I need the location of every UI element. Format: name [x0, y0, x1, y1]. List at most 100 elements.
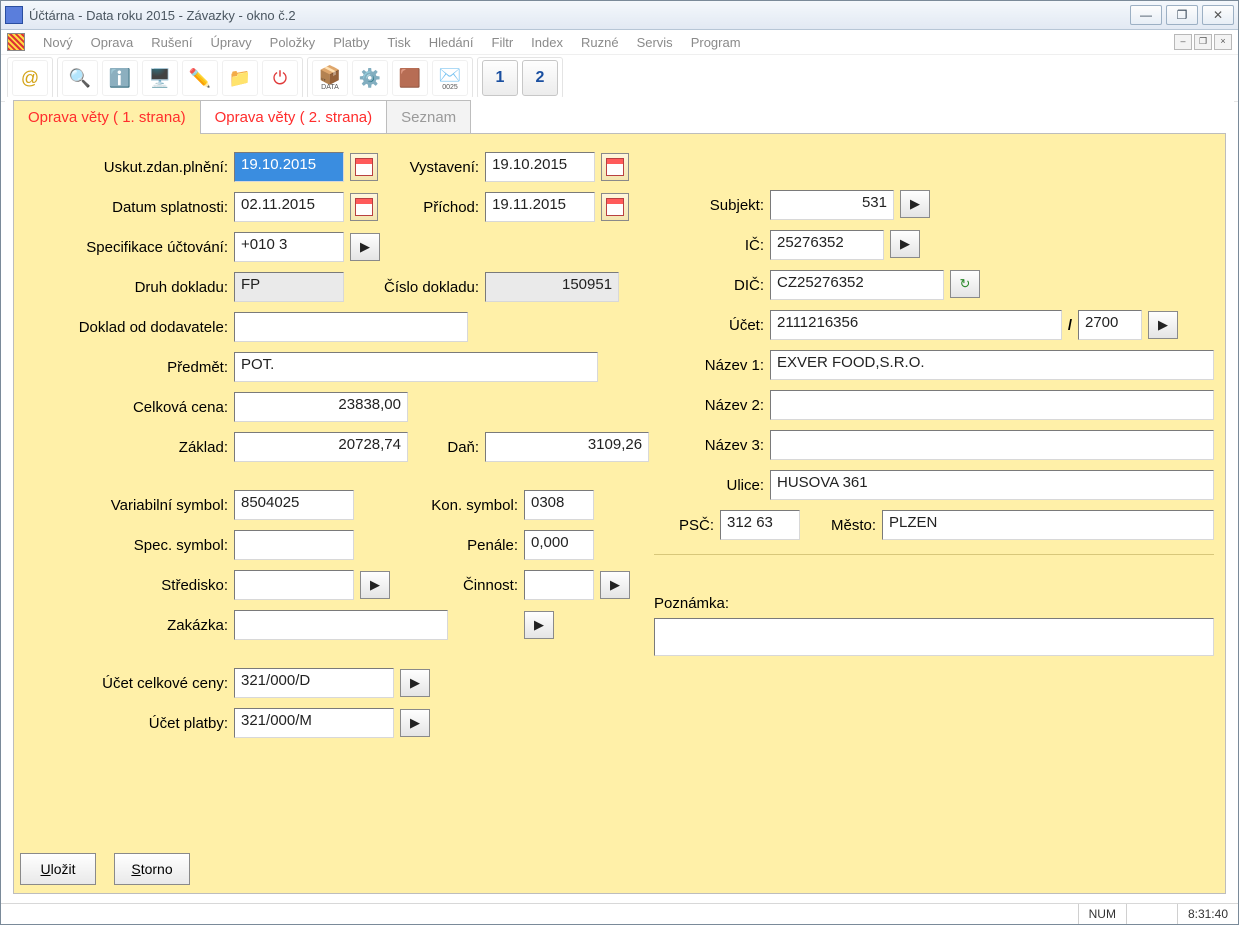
lookup-cinnost-button[interactable]: ▶ [600, 571, 630, 599]
field-ucet-celkove-ceny[interactable]: 321/000/D [234, 668, 394, 698]
divider [654, 554, 1214, 555]
lookup-spec-uctovani-button[interactable]: ▶ [350, 233, 380, 261]
label-psc: PSČ: [654, 517, 714, 534]
field-zakazka[interactable] [234, 610, 448, 640]
menu-ruzne[interactable]: Ruzné [573, 33, 627, 52]
tab-seznam[interactable]: Seznam [386, 100, 471, 134]
lookup-ucet-plat-button[interactable]: ▶ [400, 709, 430, 737]
toolbar-network-button[interactable]: 🖥️ [142, 60, 178, 96]
save-button[interactable]: Uložit [20, 853, 96, 885]
field-penale[interactable]: 0,000 [524, 530, 594, 560]
mail-icon: ✉️ [439, 66, 461, 84]
window-minimize-button[interactable]: — [1130, 5, 1162, 25]
left-column: Uskut.zdan.plnění: 19.10.2015 Vystavení:… [28, 152, 628, 738]
field-zaklad[interactable]: 20728,74 [234, 432, 408, 462]
field-konstantni-symbol[interactable]: 0308 [524, 490, 594, 520]
menu-hledani[interactable]: Hledání [421, 33, 482, 52]
field-prichod[interactable]: 19.11.2015 [485, 192, 595, 222]
mdi-restore-button[interactable]: ❐ [1194, 34, 1212, 50]
toolbar-info-button[interactable]: ℹ️ [102, 60, 138, 96]
toolbar-logo-button[interactable]: @ [12, 60, 48, 96]
datepicker-splatnost-button[interactable] [350, 193, 378, 221]
window-maximize-button[interactable]: ❐ [1166, 5, 1198, 25]
field-variabilni-symbol[interactable]: 8504025 [234, 490, 354, 520]
menu-servis[interactable]: Servis [629, 33, 681, 52]
lookup-stredisko-button[interactable]: ▶ [360, 571, 390, 599]
toolbar-globe-button[interactable]: 🟫 [392, 60, 428, 96]
field-nazev-3[interactable] [770, 430, 1214, 460]
menu-program[interactable]: Program [683, 33, 749, 52]
lookup-ic-button[interactable]: ▶ [890, 230, 920, 258]
label-ucet-slash: / [1068, 317, 1072, 334]
mdi-close-button[interactable]: × [1214, 34, 1232, 50]
globe-icon: 🟫 [399, 69, 421, 87]
tab-page-1[interactable]: Oprava věty ( 1. strana) [13, 100, 201, 134]
field-poznamka[interactable] [654, 618, 1214, 656]
lookup-ucet-celk-button[interactable]: ▶ [400, 669, 430, 697]
label-predmet: Předmět: [28, 359, 228, 376]
menu-polozky[interactable]: Položky [262, 33, 324, 52]
toolbar-mail-label: 0025 [442, 84, 458, 91]
field-ucet[interactable]: 2111216356 [770, 310, 1062, 340]
field-psc[interactable]: 312 63 [720, 510, 800, 540]
label-doklad-dod: Doklad od dodavatele: [28, 319, 228, 336]
field-cislo-dokladu: 150951 [485, 272, 619, 302]
mdi-minimize-button[interactable]: – [1174, 34, 1192, 50]
menu-upravy[interactable]: Úpravy [202, 33, 259, 52]
label-cinnost: Činnost: [394, 577, 518, 594]
field-vystaveni[interactable]: 19.10.2015 [485, 152, 595, 182]
field-stredisko[interactable] [234, 570, 354, 600]
toolbar-data-button[interactable]: 📦DATA [312, 60, 348, 96]
toolbar-power-button[interactable]: ⏻ [262, 60, 298, 96]
toolbar-edit-button[interactable]: ✏️ [182, 60, 218, 96]
field-subjekt[interactable]: 531 [770, 190, 894, 220]
field-nazev-2[interactable] [770, 390, 1214, 420]
tab-page-2[interactable]: Oprava věty ( 2. strana) [200, 100, 388, 134]
toolbar-mail-button[interactable]: ✉️0025 [432, 60, 468, 96]
toolbar-window-2-button[interactable]: 2 [522, 60, 558, 96]
field-ulice[interactable]: HUSOVA 361 [770, 470, 1214, 500]
toolbar-window-1-button[interactable]: 1 [482, 60, 518, 96]
menu-ruseni[interactable]: Rušení [143, 33, 200, 52]
datepicker-vystaveni-button[interactable] [601, 153, 629, 181]
field-dic[interactable]: CZ25276352 [770, 270, 944, 300]
field-doklad-od-dodavatele[interactable] [234, 312, 468, 342]
calendar-icon [355, 158, 373, 176]
lookup-subjekt-button[interactable]: ▶ [900, 190, 930, 218]
field-nazev-1[interactable]: EXVER FOOD,S.R.O. [770, 350, 1214, 380]
menu-tisk[interactable]: Tisk [379, 33, 418, 52]
field-cinnost[interactable] [524, 570, 594, 600]
toolbar-folder-button[interactable]: 📁 [222, 60, 258, 96]
label-nazev3: Název 3: [654, 437, 764, 454]
field-predmet[interactable]: POT. [234, 352, 598, 382]
menu-filtr[interactable]: Filtr [484, 33, 522, 52]
field-splatnost[interactable]: 02.11.2015 [234, 192, 344, 222]
titlebar: Účtárna - Data roku 2015 - Závazky - okn… [1, 1, 1238, 30]
cancel-button[interactable]: Storno [114, 853, 190, 885]
menu-index[interactable]: Index [523, 33, 571, 52]
datepicker-uskut-button[interactable] [350, 153, 378, 181]
field-dan[interactable]: 3109,26 [485, 432, 649, 462]
menu-novy[interactable]: Nový [35, 33, 81, 52]
toolbar-search-button[interactable]: 🔍 [62, 60, 98, 96]
field-mesto[interactable]: PLZEN [882, 510, 1214, 540]
field-banka-kod[interactable]: 2700 [1078, 310, 1142, 340]
field-ucet-platby[interactable]: 321/000/M [234, 708, 394, 738]
menu-oprava[interactable]: Oprava [83, 33, 142, 52]
window-close-button[interactable]: ✕ [1202, 5, 1234, 25]
field-celkova-cena[interactable]: 23838,00 [234, 392, 408, 422]
ares-dic-button[interactable]: ↻ [950, 270, 980, 298]
lookup-zakazka-button[interactable]: ▶ [524, 611, 554, 639]
tabstrip: Oprava věty ( 1. strana) Oprava věty ( 2… [13, 97, 1226, 133]
datepicker-prichod-button[interactable] [601, 193, 629, 221]
lookup-banka-button[interactable]: ▶ [1148, 311, 1178, 339]
label-spec-uct: Specifikace účtování: [28, 239, 228, 256]
field-spec-uctovani[interactable]: +010 3 [234, 232, 344, 262]
field-specificky-symbol[interactable] [234, 530, 354, 560]
toolbar-gear-button[interactable]: ⚙️ [352, 60, 388, 96]
field-ic[interactable]: 25276352 [770, 230, 884, 260]
gear-icon: ⚙️ [359, 69, 381, 87]
label-ucet: Účet: [654, 317, 764, 334]
menu-platby[interactable]: Platby [325, 33, 377, 52]
field-uskut-zdan-plneni[interactable]: 19.10.2015 [234, 152, 344, 182]
